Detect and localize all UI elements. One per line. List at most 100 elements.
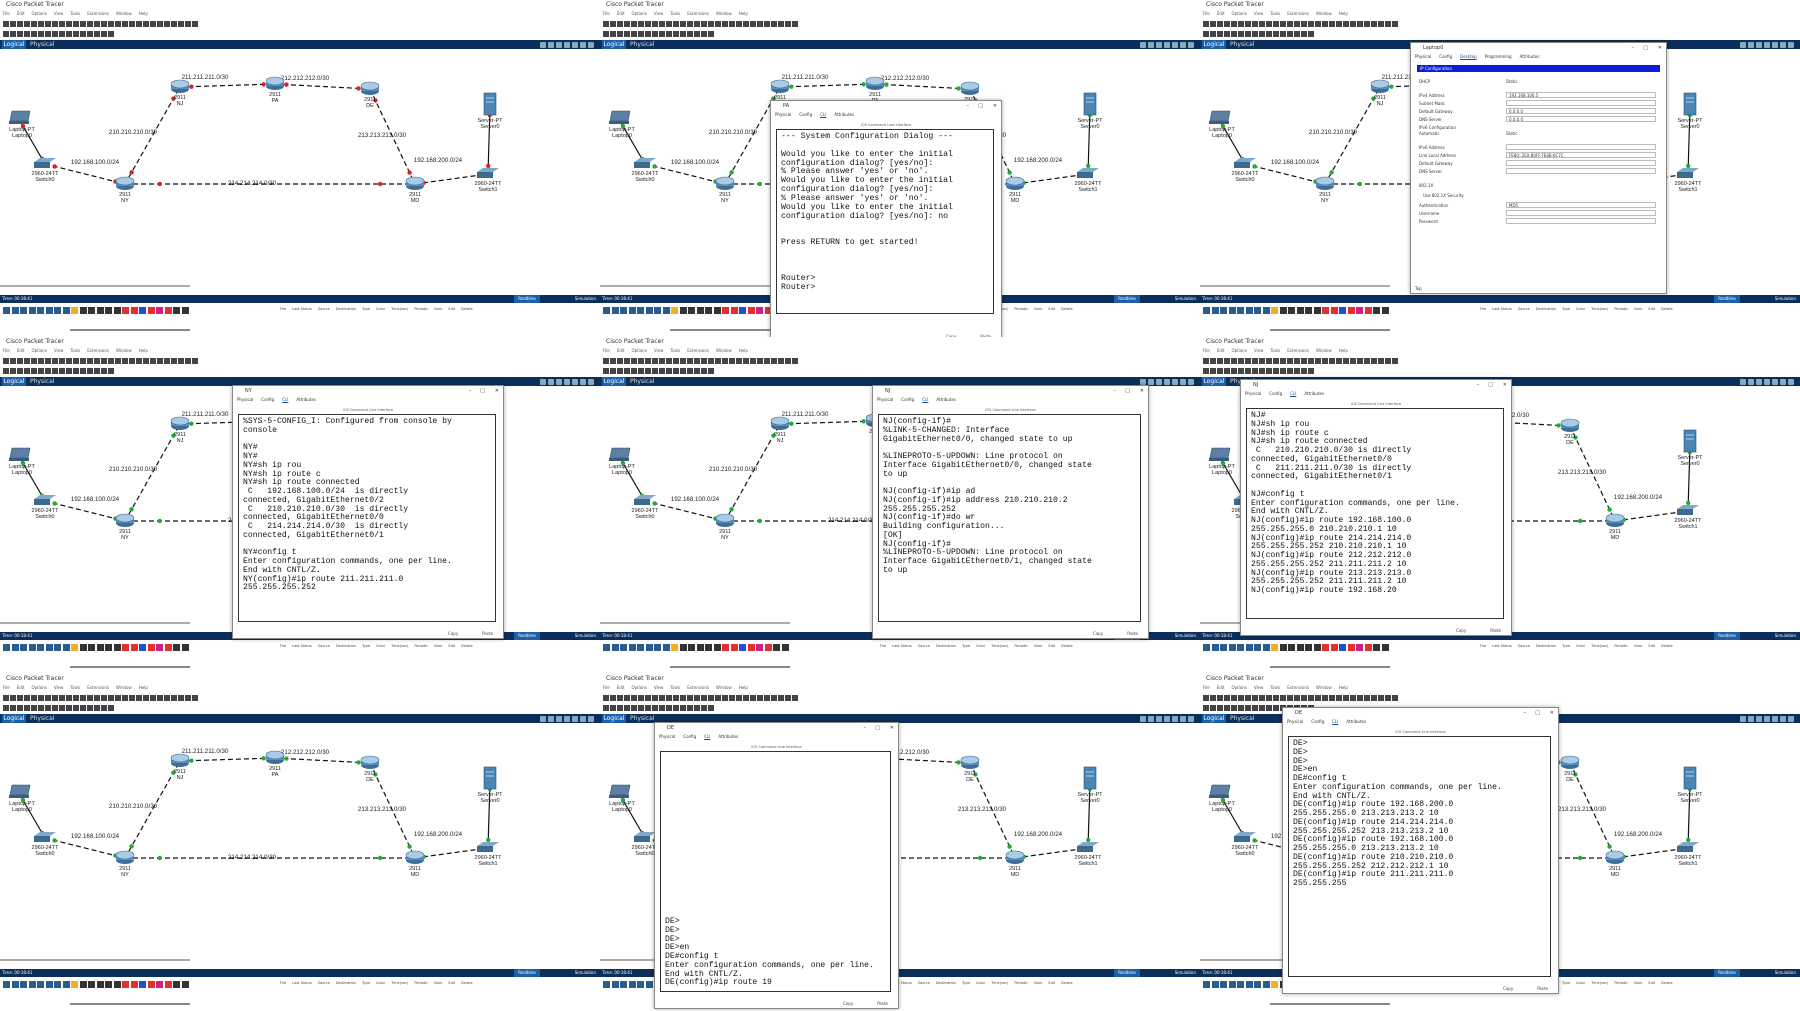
maximize-icon[interactable]: □ <box>875 725 880 731</box>
toolbar-tool-icon[interactable] <box>101 21 107 27</box>
tab-attributes[interactable]: Attributes <box>718 734 738 739</box>
menu-item[interactable]: View <box>54 685 64 690</box>
tab-attributes[interactable]: Attributes <box>936 397 956 402</box>
view-option-icon[interactable] <box>564 379 570 385</box>
toolbar-tool-icon[interactable] <box>1238 695 1244 701</box>
tab-physical[interactable]: Physical <box>1287 719 1303 724</box>
toolbar-tool-icon[interactable] <box>659 695 665 701</box>
menu-item[interactable]: View <box>1254 348 1264 353</box>
palette-device-icon[interactable] <box>662 307 670 314</box>
palette-device-icon[interactable] <box>122 981 129 988</box>
toolbar-tool-icon[interactable] <box>603 31 609 37</box>
view-option-icon[interactable] <box>572 42 578 48</box>
toolbar-tool-icon[interactable] <box>150 358 156 364</box>
toolbar-tool-icon[interactable] <box>1203 21 1209 27</box>
toolbar-tool-icon[interactable] <box>3 21 9 27</box>
palette-device-icon[interactable] <box>1245 644 1253 651</box>
toolbar-tool-icon[interactable] <box>87 21 93 27</box>
simulation-mode-button[interactable]: Simulation <box>1775 969 1796 977</box>
palette-scrollbar[interactable] <box>1270 666 1390 668</box>
toolbar-tool-icon[interactable] <box>631 358 637 364</box>
view-option-icon[interactable] <box>564 42 570 48</box>
palette-device-icon[interactable] <box>688 307 695 314</box>
palette-scrollbar[interactable] <box>70 1003 190 1005</box>
palette-device-icon[interactable] <box>1245 981 1253 988</box>
router-md[interactable]: 2911MD <box>1005 176 1025 204</box>
palette-device-icon[interactable] <box>620 644 627 651</box>
toolbar-tool-icon[interactable] <box>673 695 679 701</box>
toolbar-tool-icon[interactable] <box>38 695 44 701</box>
toolbar-tool-icon[interactable] <box>631 368 637 374</box>
palette-device-icon[interactable] <box>71 981 78 988</box>
toolbar-tool-icon[interactable] <box>45 695 51 701</box>
toolbar-tool-icon[interactable] <box>708 21 714 27</box>
palette-device-icon[interactable] <box>696 307 704 314</box>
toolbar-tool-icon[interactable] <box>1203 705 1209 711</box>
toolbar-tool-icon[interactable] <box>1308 368 1314 374</box>
toolbar-tool-icon[interactable] <box>1385 21 1391 27</box>
realtime-mode-button[interactable]: Realtime <box>1714 632 1740 640</box>
toolbar-tool-icon[interactable] <box>10 695 16 701</box>
toolbar-tool-icon[interactable] <box>1294 695 1300 701</box>
toolbar-tool-icon[interactable] <box>638 368 644 374</box>
palette-device-icon[interactable] <box>620 981 627 988</box>
palette-device-icon[interactable] <box>620 307 627 314</box>
toolbar-tool-icon[interactable] <box>52 695 58 701</box>
menu-item[interactable]: Options <box>631 11 646 16</box>
palette-device-icon[interactable] <box>679 307 687 314</box>
view-option-icon[interactable] <box>556 42 562 48</box>
toolbar-tool-icon[interactable] <box>38 31 44 37</box>
palette-device-icon[interactable] <box>20 644 27 651</box>
view-option-icon[interactable] <box>1788 379 1794 385</box>
toolbar-tool-icon[interactable] <box>624 21 630 27</box>
menu-item[interactable]: View <box>54 348 64 353</box>
palette-device-icon[interactable] <box>1220 644 1227 651</box>
menu-item[interactable]: Help <box>739 348 748 353</box>
close-icon[interactable]: ✕ <box>890 725 894 731</box>
toolbar-tool-icon[interactable] <box>17 358 23 364</box>
menu-item[interactable]: File <box>3 11 10 16</box>
toolbar-tool-icon[interactable] <box>171 695 177 701</box>
palette-device-icon[interactable] <box>1288 644 1295 651</box>
toolbar-tool-icon[interactable] <box>73 705 79 711</box>
router-md[interactable]: 2911MD <box>1605 513 1625 541</box>
toolbar-tool-icon[interactable] <box>1392 21 1398 27</box>
toolbar-tool-icon[interactable] <box>764 695 770 701</box>
menu-item[interactable]: Help <box>739 685 748 690</box>
toolbar-tool-icon[interactable] <box>645 695 651 701</box>
menu-item[interactable]: Edit <box>1217 11 1225 16</box>
tab-cli[interactable]: CLI <box>1290 391 1296 396</box>
logical-tab[interactable]: Logical <box>602 377 626 386</box>
toolbar-tool-icon[interactable] <box>1308 695 1314 701</box>
palette-device-icon[interactable] <box>773 644 780 651</box>
toolbar-tool-icon[interactable] <box>73 358 79 364</box>
palette-device-icon[interactable] <box>654 644 661 651</box>
palette-device-icon[interactable] <box>645 981 653 988</box>
view-option-icon[interactable] <box>1164 42 1170 48</box>
toolbar-tool-icon[interactable] <box>59 705 65 711</box>
toolbar-tool-icon[interactable] <box>603 705 609 711</box>
view-option-icon[interactable] <box>580 379 586 385</box>
menu-item[interactable]: Extensions <box>687 348 709 353</box>
toolbar-tool-icon[interactable] <box>1343 695 1349 701</box>
toolbar-tool-icon[interactable] <box>1378 695 1384 701</box>
menu-item[interactable]: Tools <box>670 11 680 16</box>
toolbar-tool-icon[interactable] <box>785 358 791 364</box>
toolbar-tool-icon[interactable] <box>1252 695 1258 701</box>
toolbar-tool-icon[interactable] <box>10 358 16 364</box>
realtime-mode-button[interactable]: Realtime <box>514 632 540 640</box>
toolbar-tool-icon[interactable] <box>129 21 135 27</box>
toolbar-tool-icon[interactable] <box>778 695 784 701</box>
top-checkbox[interactable]: Top <box>1415 286 1422 291</box>
router-pa[interactable]: 2911PA <box>265 750 285 778</box>
menu-item[interactable]: Tools <box>70 685 80 690</box>
toolbar-tool-icon[interactable] <box>750 21 756 27</box>
switch-sw1[interactable]: 2960-24TTSwitch1 <box>1675 168 1703 193</box>
toolbar-tool-icon[interactable] <box>694 695 700 701</box>
palette-device-icon[interactable] <box>1305 644 1312 651</box>
dhcp-radio[interactable]: DHCP <box>1419 79 1430 84</box>
menu-item[interactable]: Window <box>1316 348 1332 353</box>
toolbar-tool-icon[interactable] <box>17 695 23 701</box>
toolbar-tool-icon[interactable] <box>3 368 9 374</box>
toolbar-tool-icon[interactable] <box>143 695 149 701</box>
